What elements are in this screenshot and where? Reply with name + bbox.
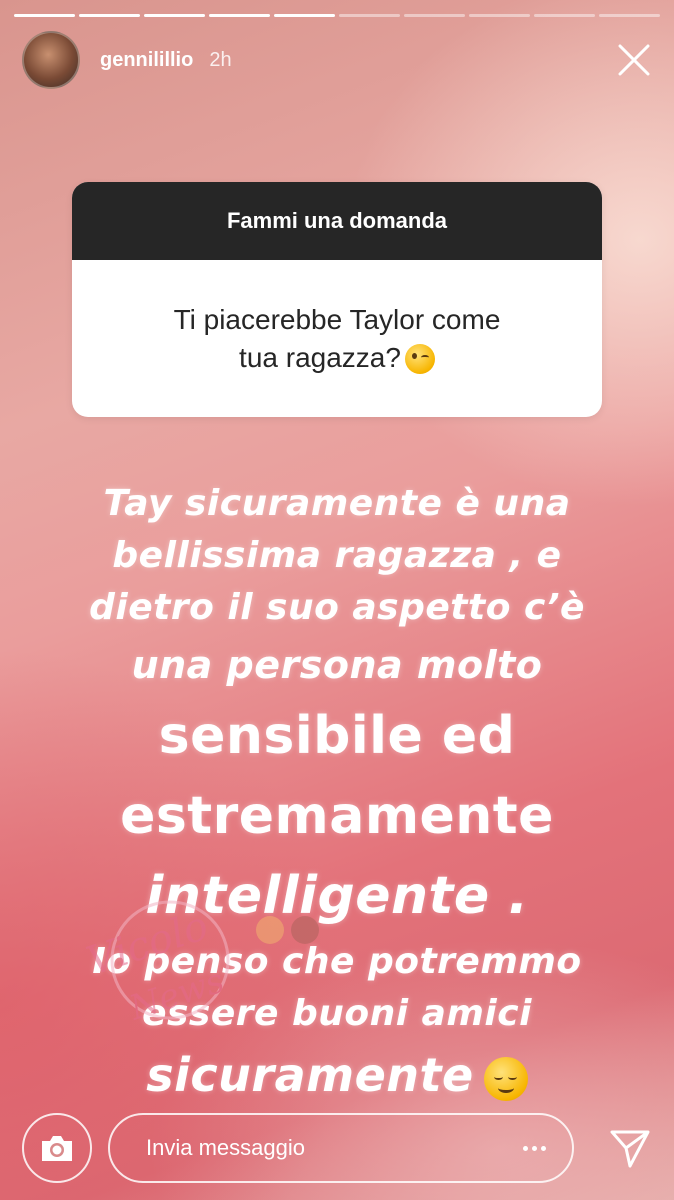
answer-line-5: sensibile ed xyxy=(158,706,516,766)
send-icon[interactable] xyxy=(608,1126,652,1170)
answer-line-10-text: sicuramente xyxy=(146,1048,474,1102)
smiling-emoji-icon xyxy=(483,1056,528,1101)
camera-button[interactable] xyxy=(22,1113,92,1183)
answer-line-3: dietro il suo aspetto c’è xyxy=(89,587,585,628)
question-sticker-title: Fammi una domanda xyxy=(72,182,602,260)
question-line-2: tua ragazza? xyxy=(174,339,501,377)
more-icon[interactable] xyxy=(523,1145,546,1151)
avatar[interactable] xyxy=(22,31,80,89)
answer-line-7: intelligente . xyxy=(145,866,529,926)
answer-line-6: estremamente xyxy=(120,786,554,846)
story-header: gennilillio 2h xyxy=(22,30,652,90)
progress-segment xyxy=(534,14,595,17)
progress-segment xyxy=(14,14,75,17)
answer-line-9: essere buoni amici xyxy=(142,993,532,1034)
progress-segment xyxy=(274,14,335,17)
username[interactable]: gennilillio xyxy=(100,49,193,72)
progress-segment xyxy=(404,14,465,17)
answer-line-8: Io penso che potremmo xyxy=(92,941,582,982)
progress-segment xyxy=(469,14,530,17)
message-composer: Invia messaggio xyxy=(22,1112,652,1184)
question-line-1: Ti piacerebbe Taylor come xyxy=(173,303,501,335)
progress-segment xyxy=(599,14,660,17)
close-icon[interactable] xyxy=(616,42,652,78)
answer-line-10: sicuramente xyxy=(0,1040,674,1110)
progress-segment xyxy=(79,14,140,17)
answer-line-4: una persona molto xyxy=(131,643,543,687)
progress-segment xyxy=(144,14,205,17)
progress-segment xyxy=(339,14,400,17)
post-time: 2h xyxy=(209,48,232,71)
story-progress-bar xyxy=(14,14,660,17)
progress-segment xyxy=(209,14,270,17)
message-input[interactable]: Invia messaggio xyxy=(108,1113,574,1183)
answer-text: Tay sicuramente è una bellissima ragazza… xyxy=(0,478,674,1110)
question-text: Ti piacerebbe Taylor come tua ragazza? xyxy=(72,260,602,417)
message-input-placeholder: Invia messaggio xyxy=(146,1135,305,1160)
answer-line-2: bellissima ragazza , e xyxy=(112,535,562,576)
question-line-2-text: tua ragazza? xyxy=(239,341,401,373)
wink-emoji-icon xyxy=(404,344,435,375)
answer-line-1: Tay sicuramente è una xyxy=(103,483,571,524)
camera-icon xyxy=(42,1136,72,1161)
question-sticker: Fammi una domanda Ti piacerebbe Taylor c… xyxy=(72,182,602,417)
